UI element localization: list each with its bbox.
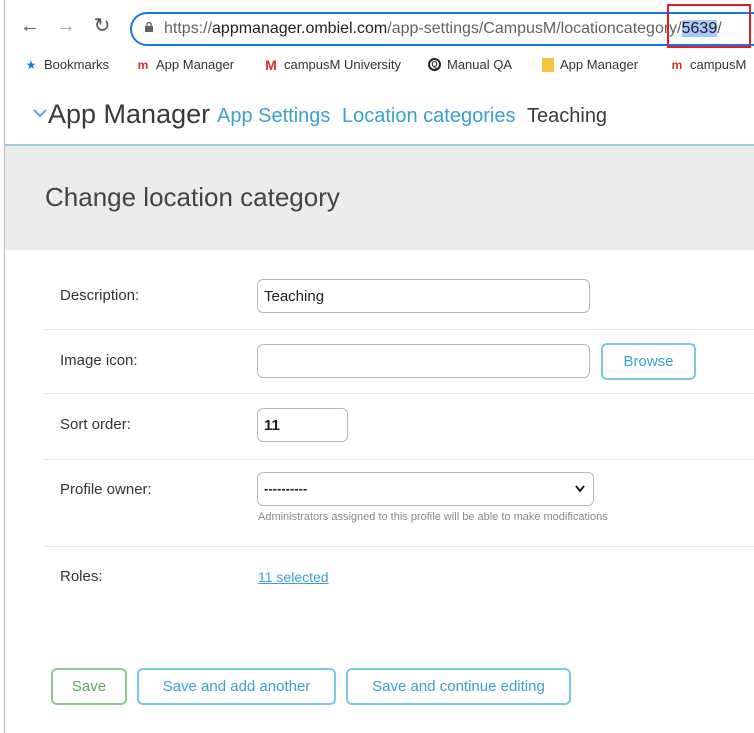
reload-icon[interactable]: ↻: [90, 14, 114, 38]
bookmark-label: Bookmarks: [44, 57, 110, 72]
roles-label: Roles:: [60, 568, 103, 585]
bookmark-label: App Manager: [560, 57, 639, 72]
m-logo-icon: M: [265, 56, 277, 73]
highlight-box: [667, 4, 751, 48]
bookmark-item[interactable]: M campusM University: [264, 57, 401, 72]
bookmarks-bar: ★ Bookmarks m App Manager M campusM Univ…: [0, 54, 754, 78]
save-and-continue-editing-button[interactable]: Save and continue editing: [346, 668, 571, 705]
profile-owner-hint: Administrators assigned to this profile …: [258, 511, 608, 523]
sort-order-input[interactable]: [257, 408, 348, 442]
image-icon-input[interactable]: [257, 344, 590, 378]
bookmark-label: campusM: [690, 57, 747, 72]
chevron-down-icon: [575, 485, 585, 493]
bookmark-item[interactable]: Q Manual QA: [428, 57, 512, 72]
qa-icon: Q: [428, 58, 441, 71]
folder-icon: [542, 57, 554, 72]
address-bar[interactable]: https://appmanager.ombiel.com/app-settin…: [130, 12, 754, 46]
profile-owner-label: Profile owner:: [60, 481, 152, 498]
bookmark-label: App Manager: [156, 57, 235, 72]
breadcrumb-location-categories[interactable]: Location categories: [342, 105, 515, 128]
app-header: App Manager App Settings Location catego…: [5, 86, 754, 146]
m-logo-icon: m: [671, 57, 683, 72]
browser-toolbar: ← → ↻ https://appmanager.ombiel.com/app-…: [0, 0, 754, 54]
page-title-band: Change location category: [5, 146, 754, 250]
url-path: /app-settings/CampusM/locationcategory/: [387, 20, 682, 37]
image-icon-label: Image icon:: [60, 352, 138, 369]
save-button[interactable]: Save: [51, 668, 127, 705]
breadcrumb-current: Teaching: [527, 105, 608, 127]
bookmark-item[interactable]: App Manager: [542, 57, 638, 72]
bookmark-item[interactable]: ★ Bookmarks: [24, 57, 109, 72]
bookmark-item[interactable]: m App Manager: [136, 57, 234, 72]
app-brand[interactable]: App Manager: [48, 99, 210, 130]
divider: [44, 329, 754, 330]
bookmark-item[interactable]: m campusM: [670, 57, 747, 72]
divider: [44, 459, 754, 460]
description-input[interactable]: [257, 279, 590, 313]
description-label: Description:: [60, 287, 140, 304]
page-title: Change location category: [45, 182, 340, 212]
chevron-down-icon[interactable]: [33, 108, 47, 118]
sort-order-label: Sort order:: [60, 416, 131, 433]
divider: [44, 546, 754, 547]
url-prefix: https://: [164, 20, 213, 37]
browse-button[interactable]: Browse: [601, 343, 696, 380]
star-icon: ★: [25, 57, 37, 72]
browser-window: ← → ↻ https://appmanager.ombiel.com/app-…: [0, 0, 754, 733]
m-logo-icon: m: [137, 57, 149, 72]
profile-owner-value: ----------: [264, 481, 308, 496]
back-arrow-icon[interactable]: ←: [18, 14, 42, 38]
divider: [44, 393, 754, 394]
url-host: appmanager.ombiel.com: [212, 20, 388, 37]
lock-icon: [145, 22, 153, 32]
url-text: https://appmanager.ombiel.com/app-settin…: [164, 14, 722, 44]
bookmark-label: campusM University: [284, 57, 402, 72]
bookmark-label: Manual QA: [447, 57, 513, 72]
profile-owner-select[interactable]: ----------: [257, 472, 594, 506]
forward-arrow-icon[interactable]: →: [54, 14, 78, 38]
breadcrumb-app-settings[interactable]: App Settings: [217, 105, 330, 128]
roles-selected-link[interactable]: 11 selected: [258, 569, 329, 585]
save-and-add-another-button[interactable]: Save and add another: [137, 668, 336, 705]
